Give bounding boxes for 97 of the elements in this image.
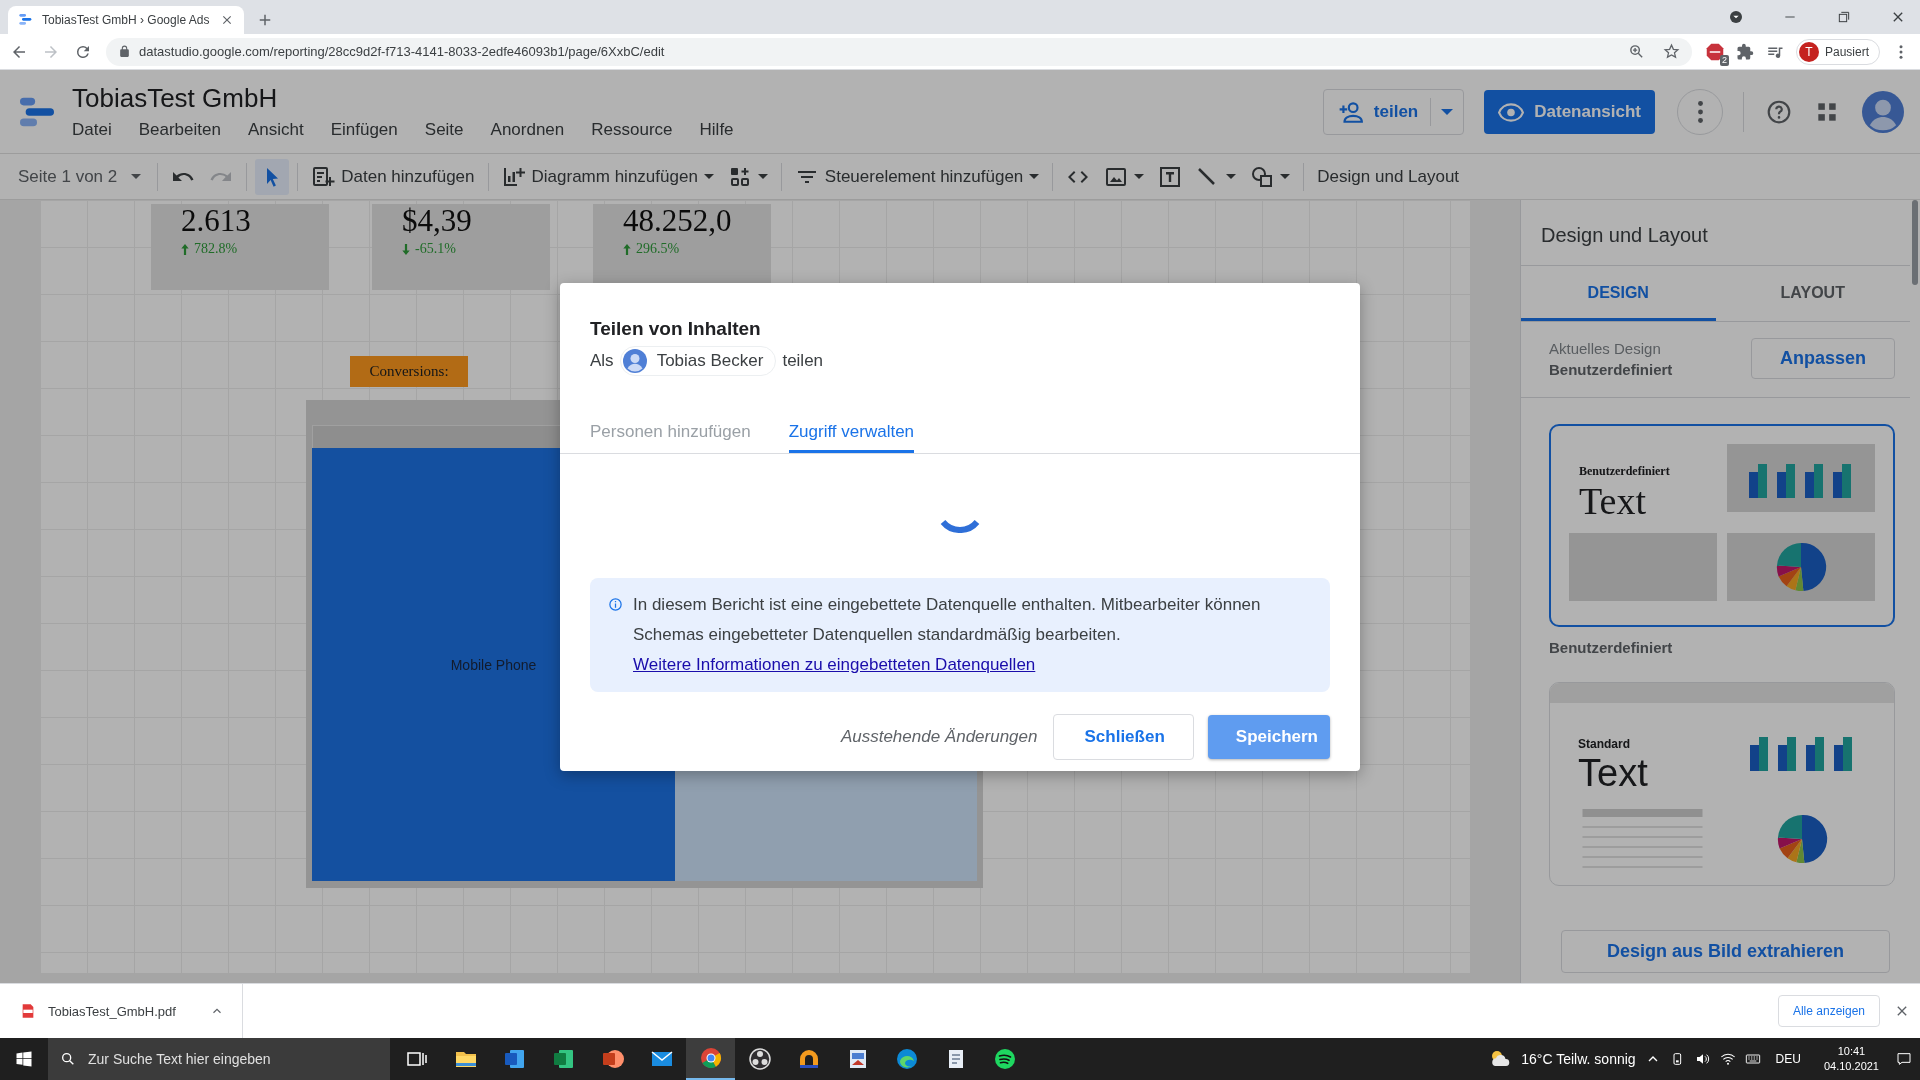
- scorecard-value: 2.613: [181, 204, 252, 238]
- close-icon[interactable]: [220, 13, 234, 27]
- page-selector[interactable]: Seite 1 von 2: [10, 158, 150, 195]
- add-chart-tool[interactable]: Diagramm hinzufügen: [496, 158, 719, 195]
- star-icon[interactable]: [1662, 43, 1680, 60]
- theme-caption: Benutzerdefiniert: [1549, 639, 1674, 656]
- change-value: 296.5%: [636, 241, 680, 257]
- help-link[interactable]: Weitere Informationen zu eingebetteten Datenquellen: [633, 654, 1036, 674]
- language-indicator[interactable]: DEU: [1775, 1052, 1801, 1066]
- extension-badge: 2: [1719, 54, 1729, 66]
- theme-name: Benutzerdefiniert: [1579, 464, 1671, 479]
- panel-tab[interactable]: LAYOUT: [1715, 266, 1910, 321]
- filter-tool[interactable]: Steuerelement hinzufügen: [789, 158, 1045, 195]
- share-label: teilen: [782, 350, 824, 371]
- menu-item[interactable]: Ressource: [589, 117, 682, 142]
- info-text: In diesem Bericht ist eine eingebettete Datenquelle enthalten. Mitbearbeiter können Schemas eingebetteter Datenquellen standardmäßig bearbeiten. Weitere Informationen zu eingebetteten Datenquellen: [633, 593, 1262, 676]
- menu-item[interactable]: Anordnen: [488, 117, 574, 142]
- wifi-icon[interactable]: [1719, 1051, 1736, 1067]
- scrollbar[interactable]: [1912, 200, 1918, 285]
- caret-icon: [1134, 174, 1145, 179]
- wave-icon[interactable]: [894, 1047, 919, 1071]
- search-icon: [60, 1051, 76, 1067]
- close-button[interactable]: Schließen: [1053, 713, 1194, 760]
- caret-icon: [703, 174, 714, 179]
- menu-item[interactable]: Ansicht: [245, 117, 313, 142]
- clock-time[interactable]: 10:41: [1837, 1044, 1866, 1059]
- clock-date[interactable]: 04.10.2021: [1823, 1059, 1879, 1074]
- current-design-name: Benutzerdefiniert: [1549, 360, 1673, 378]
- as-label: Als: [590, 350, 614, 371]
- report-title[interactable]: TobiasTest GmbH: [72, 81, 755, 114]
- cursor-tool[interactable]: [255, 158, 290, 195]
- caret-icon: [1226, 174, 1237, 179]
- browser-icon[interactable]: [698, 1046, 723, 1070]
- menu-item[interactable]: Datei: [70, 117, 121, 142]
- menu-item[interactable]: Hilfe: [697, 117, 743, 142]
- lock-icon: [118, 45, 131, 58]
- show-all-button[interactable]: Alle anzeigen: [1777, 995, 1880, 1027]
- browser-tab[interactable]: TobiasTest GmbH › Google Ads: [8, 6, 244, 34]
- extract-design-button[interactable]: Design aus Bild extrahieren: [1561, 930, 1890, 973]
- menu-item[interactable]: Einfügen: [328, 117, 407, 142]
- caret-icon: [1029, 174, 1040, 179]
- panel-tab[interactable]: DESIGN: [1521, 266, 1716, 321]
- scorecard-value: $4,39: [402, 204, 473, 238]
- avatar-icon: [622, 348, 647, 373]
- add-data-tool[interactable]: Daten hinzufügen: [306, 158, 480, 195]
- status-text: Ausstehende Änderungen: [840, 726, 1038, 747]
- taskbar-search-field[interactable]: Zur Suche Text hier eingeben: [48, 1038, 390, 1080]
- pdf-file-icon: [20, 1003, 36, 1019]
- caret-icon[interactable]: [1441, 108, 1454, 115]
- tab-search-icon[interactable]: [1728, 9, 1744, 25]
- loading-spinner: [940, 518, 980, 533]
- more-icon: [1697, 100, 1703, 123]
- scorecard-value: 48.252,0: [623, 204, 733, 238]
- music-icon[interactable]: [992, 1047, 1017, 1071]
- document-icon[interactable]: [502, 1047, 527, 1071]
- section-label: Conversions:: [350, 356, 468, 387]
- sample-text: Text: [1578, 751, 1649, 795]
- text-box-icon: [1158, 164, 1183, 189]
- dialog-title: Teilen von Inhalten: [590, 317, 762, 340]
- caret-icon: [1280, 174, 1291, 179]
- aperture-icon[interactable]: [747, 1047, 772, 1071]
- keyboard-icon[interactable]: [1744, 1051, 1761, 1067]
- sample-text: Text: [1579, 479, 1647, 523]
- customize-button[interactable]: Anpassen: [1750, 338, 1895, 379]
- avatar-icon[interactable]: [1862, 90, 1904, 133]
- view-mode-button[interactable]: Datenansicht: [1484, 89, 1655, 134]
- theme-card[interactable]: Benutzerdefiniert Text: [1549, 424, 1895, 627]
- share-button[interactable]: teilen: [1322, 88, 1465, 135]
- tile-label: Mobile Phone: [450, 656, 537, 673]
- chart-logo-icon: [18, 12, 34, 28]
- menu-item[interactable]: Bearbeiten: [136, 117, 230, 142]
- caret-icon: [757, 174, 768, 179]
- weather-text[interactable]: 16°C Teilw. sonnig: [1521, 1051, 1636, 1067]
- puzzle-icon[interactable]: [1735, 42, 1754, 61]
- caret-icon: [131, 174, 142, 179]
- theme-name: Standard: [1578, 737, 1631, 751]
- info-icon: [608, 596, 623, 612]
- help-icon[interactable]: [1766, 98, 1792, 125]
- menu-item[interactable]: Seite: [422, 117, 473, 142]
- panel-title: Design und Layout: [1521, 200, 1910, 266]
- zoom-icon[interactable]: [1627, 43, 1645, 60]
- slides-icon[interactable]: [600, 1047, 625, 1071]
- restore-icon[interactable]: [1836, 9, 1852, 25]
- add-data-icon: [311, 164, 336, 189]
- address-field[interactable]: datastudio.google.com/reporting/28cc9d2f-f713-4141-8033-2edfe46093b1/page/6XxbC/edit: [106, 37, 1692, 66]
- windows-start-icon[interactable]: [15, 1050, 33, 1068]
- change-value: 782.8%: [194, 241, 238, 257]
- stop-sign-icon[interactable]: [1705, 42, 1724, 61]
- notification-icon[interactable]: [1896, 1051, 1912, 1067]
- theme-tool[interactable]: Design und Layout: [1312, 158, 1465, 195]
- dialog-tab[interactable]: Zugriff verwalten: [788, 421, 915, 453]
- profile-avatar: T: [1798, 41, 1819, 62]
- change-value: -65.1%: [415, 241, 456, 257]
- shapes-icon: [1250, 164, 1275, 189]
- current-design-label: Aktuelles Design: [1549, 339, 1662, 357]
- spreadsheet-icon[interactable]: [551, 1047, 576, 1071]
- theme-card[interactable]: Standard Text: [1549, 682, 1895, 886]
